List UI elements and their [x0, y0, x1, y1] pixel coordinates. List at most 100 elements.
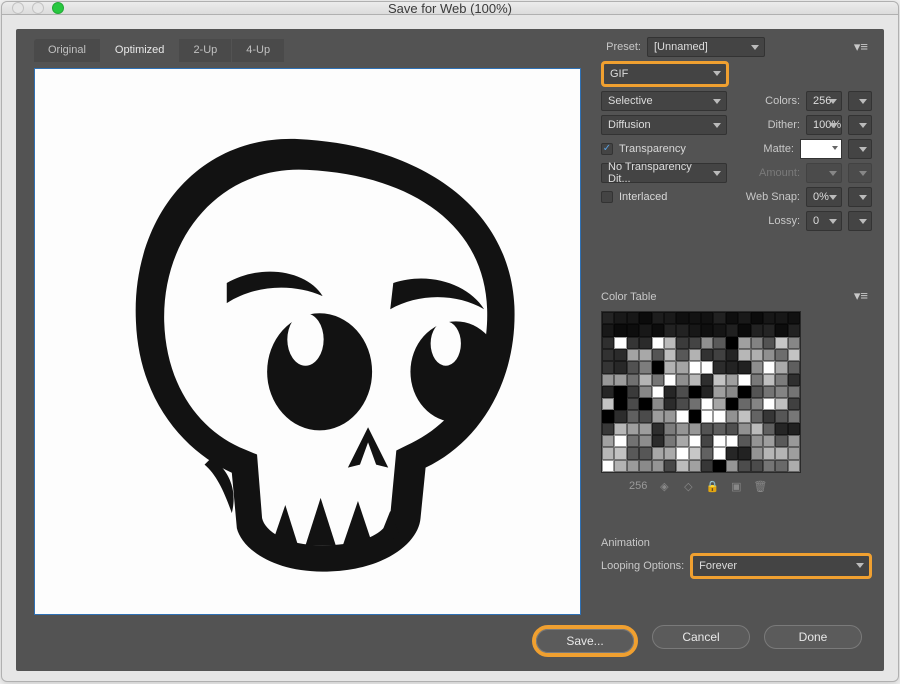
color-swatch[interactable] — [738, 460, 750, 472]
color-swatch[interactable] — [689, 423, 701, 435]
color-swatch[interactable] — [627, 324, 639, 336]
new-color-icon[interactable]: ▣ — [729, 479, 743, 493]
color-swatch[interactable] — [627, 337, 639, 349]
color-swatch[interactable] — [602, 460, 614, 472]
dither-value[interactable]: 100% — [806, 115, 842, 135]
color-swatch[interactable] — [763, 349, 775, 361]
color-swatch[interactable] — [788, 337, 800, 349]
color-swatch[interactable] — [652, 361, 664, 373]
color-swatch[interactable] — [652, 423, 664, 435]
color-swatch[interactable] — [763, 312, 775, 324]
color-swatch[interactable] — [726, 460, 738, 472]
color-swatch[interactable] — [701, 337, 713, 349]
color-swatch[interactable] — [627, 435, 639, 447]
tab-4up[interactable]: 4-Up — [232, 39, 285, 62]
color-swatch[interactable] — [701, 447, 713, 459]
color-swatch[interactable] — [713, 386, 725, 398]
color-swatch[interactable] — [713, 460, 725, 472]
color-swatch[interactable] — [676, 435, 688, 447]
color-swatch[interactable] — [751, 361, 763, 373]
color-swatch[interactable] — [788, 410, 800, 422]
color-swatch[interactable] — [738, 361, 750, 373]
color-swatch[interactable] — [701, 312, 713, 324]
tab-optimized[interactable]: Optimized — [101, 39, 180, 62]
color-swatch[interactable] — [788, 374, 800, 386]
color-swatch[interactable] — [726, 337, 738, 349]
color-swatch[interactable] — [614, 312, 626, 324]
color-swatch[interactable] — [701, 374, 713, 386]
color-swatch[interactable] — [639, 324, 651, 336]
color-swatch[interactable] — [738, 447, 750, 459]
lock-color-icon[interactable]: 🔒 — [705, 479, 719, 493]
color-swatch[interactable] — [689, 324, 701, 336]
color-swatch[interactable] — [701, 398, 713, 410]
color-swatch[interactable] — [639, 337, 651, 349]
color-swatch[interactable] — [664, 435, 676, 447]
color-swatch[interactable] — [775, 361, 787, 373]
color-swatch[interactable] — [664, 349, 676, 361]
color-swatch[interactable] — [738, 410, 750, 422]
color-swatch[interactable] — [676, 312, 688, 324]
interlaced-checkbox[interactable] — [601, 191, 613, 203]
transparency-checkbox[interactable] — [601, 143, 613, 155]
color-swatch[interactable] — [788, 398, 800, 410]
color-swatch[interactable] — [701, 435, 713, 447]
color-swatch[interactable] — [639, 349, 651, 361]
color-swatch[interactable] — [788, 361, 800, 373]
color-swatch[interactable] — [713, 361, 725, 373]
color-swatch[interactable] — [652, 312, 664, 324]
color-swatch[interactable] — [689, 374, 701, 386]
color-swatch[interactable] — [751, 374, 763, 386]
color-swatch[interactable] — [763, 398, 775, 410]
color-swatch[interactable] — [676, 447, 688, 459]
color-swatch[interactable] — [763, 447, 775, 459]
color-swatch[interactable] — [664, 337, 676, 349]
color-swatch[interactable] — [664, 324, 676, 336]
color-swatch[interactable] — [652, 337, 664, 349]
color-swatch[interactable] — [614, 386, 626, 398]
color-swatch[interactable] — [751, 423, 763, 435]
color-swatch[interactable] — [775, 410, 787, 422]
colors-select[interactable]: 256 — [806, 91, 842, 111]
map-transparent-icon[interactable]: ◇ — [681, 479, 695, 493]
color-swatch[interactable] — [639, 410, 651, 422]
color-swatch[interactable] — [602, 324, 614, 336]
color-swatch[interactable] — [726, 386, 738, 398]
color-swatch[interactable] — [627, 447, 639, 459]
color-swatch[interactable] — [726, 312, 738, 324]
color-swatch[interactable] — [738, 312, 750, 324]
color-swatch[interactable] — [775, 435, 787, 447]
color-swatch[interactable] — [788, 312, 800, 324]
color-swatch[interactable] — [726, 447, 738, 459]
color-swatch[interactable] — [701, 349, 713, 361]
color-swatch[interactable] — [614, 398, 626, 410]
color-swatch[interactable] — [652, 324, 664, 336]
matte-stepper[interactable] — [848, 139, 872, 159]
color-swatch[interactable] — [689, 398, 701, 410]
color-swatch[interactable] — [775, 324, 787, 336]
color-swatch[interactable] — [775, 374, 787, 386]
color-swatch[interactable] — [701, 423, 713, 435]
color-swatch[interactable] — [602, 361, 614, 373]
color-swatch[interactable] — [652, 374, 664, 386]
color-swatch[interactable] — [639, 398, 651, 410]
color-swatch[interactable] — [664, 447, 676, 459]
color-swatch[interactable] — [763, 386, 775, 398]
color-swatch[interactable] — [713, 312, 725, 324]
color-swatch[interactable] — [627, 374, 639, 386]
color-swatch[interactable] — [689, 349, 701, 361]
matte-color-swatch[interactable] — [800, 139, 842, 159]
color-swatch[interactable] — [763, 410, 775, 422]
color-swatch[interactable] — [751, 337, 763, 349]
color-swatch[interactable] — [664, 386, 676, 398]
dither-algorithm-select[interactable]: Diffusion — [601, 115, 727, 135]
color-swatch[interactable] — [676, 349, 688, 361]
color-swatch[interactable] — [689, 312, 701, 324]
color-swatch[interactable] — [689, 435, 701, 447]
color-swatch[interactable] — [652, 435, 664, 447]
color-swatch[interactable] — [676, 386, 688, 398]
color-swatch[interactable] — [751, 398, 763, 410]
color-swatch[interactable] — [627, 361, 639, 373]
color-swatch[interactable] — [763, 423, 775, 435]
color-swatch[interactable] — [627, 312, 639, 324]
